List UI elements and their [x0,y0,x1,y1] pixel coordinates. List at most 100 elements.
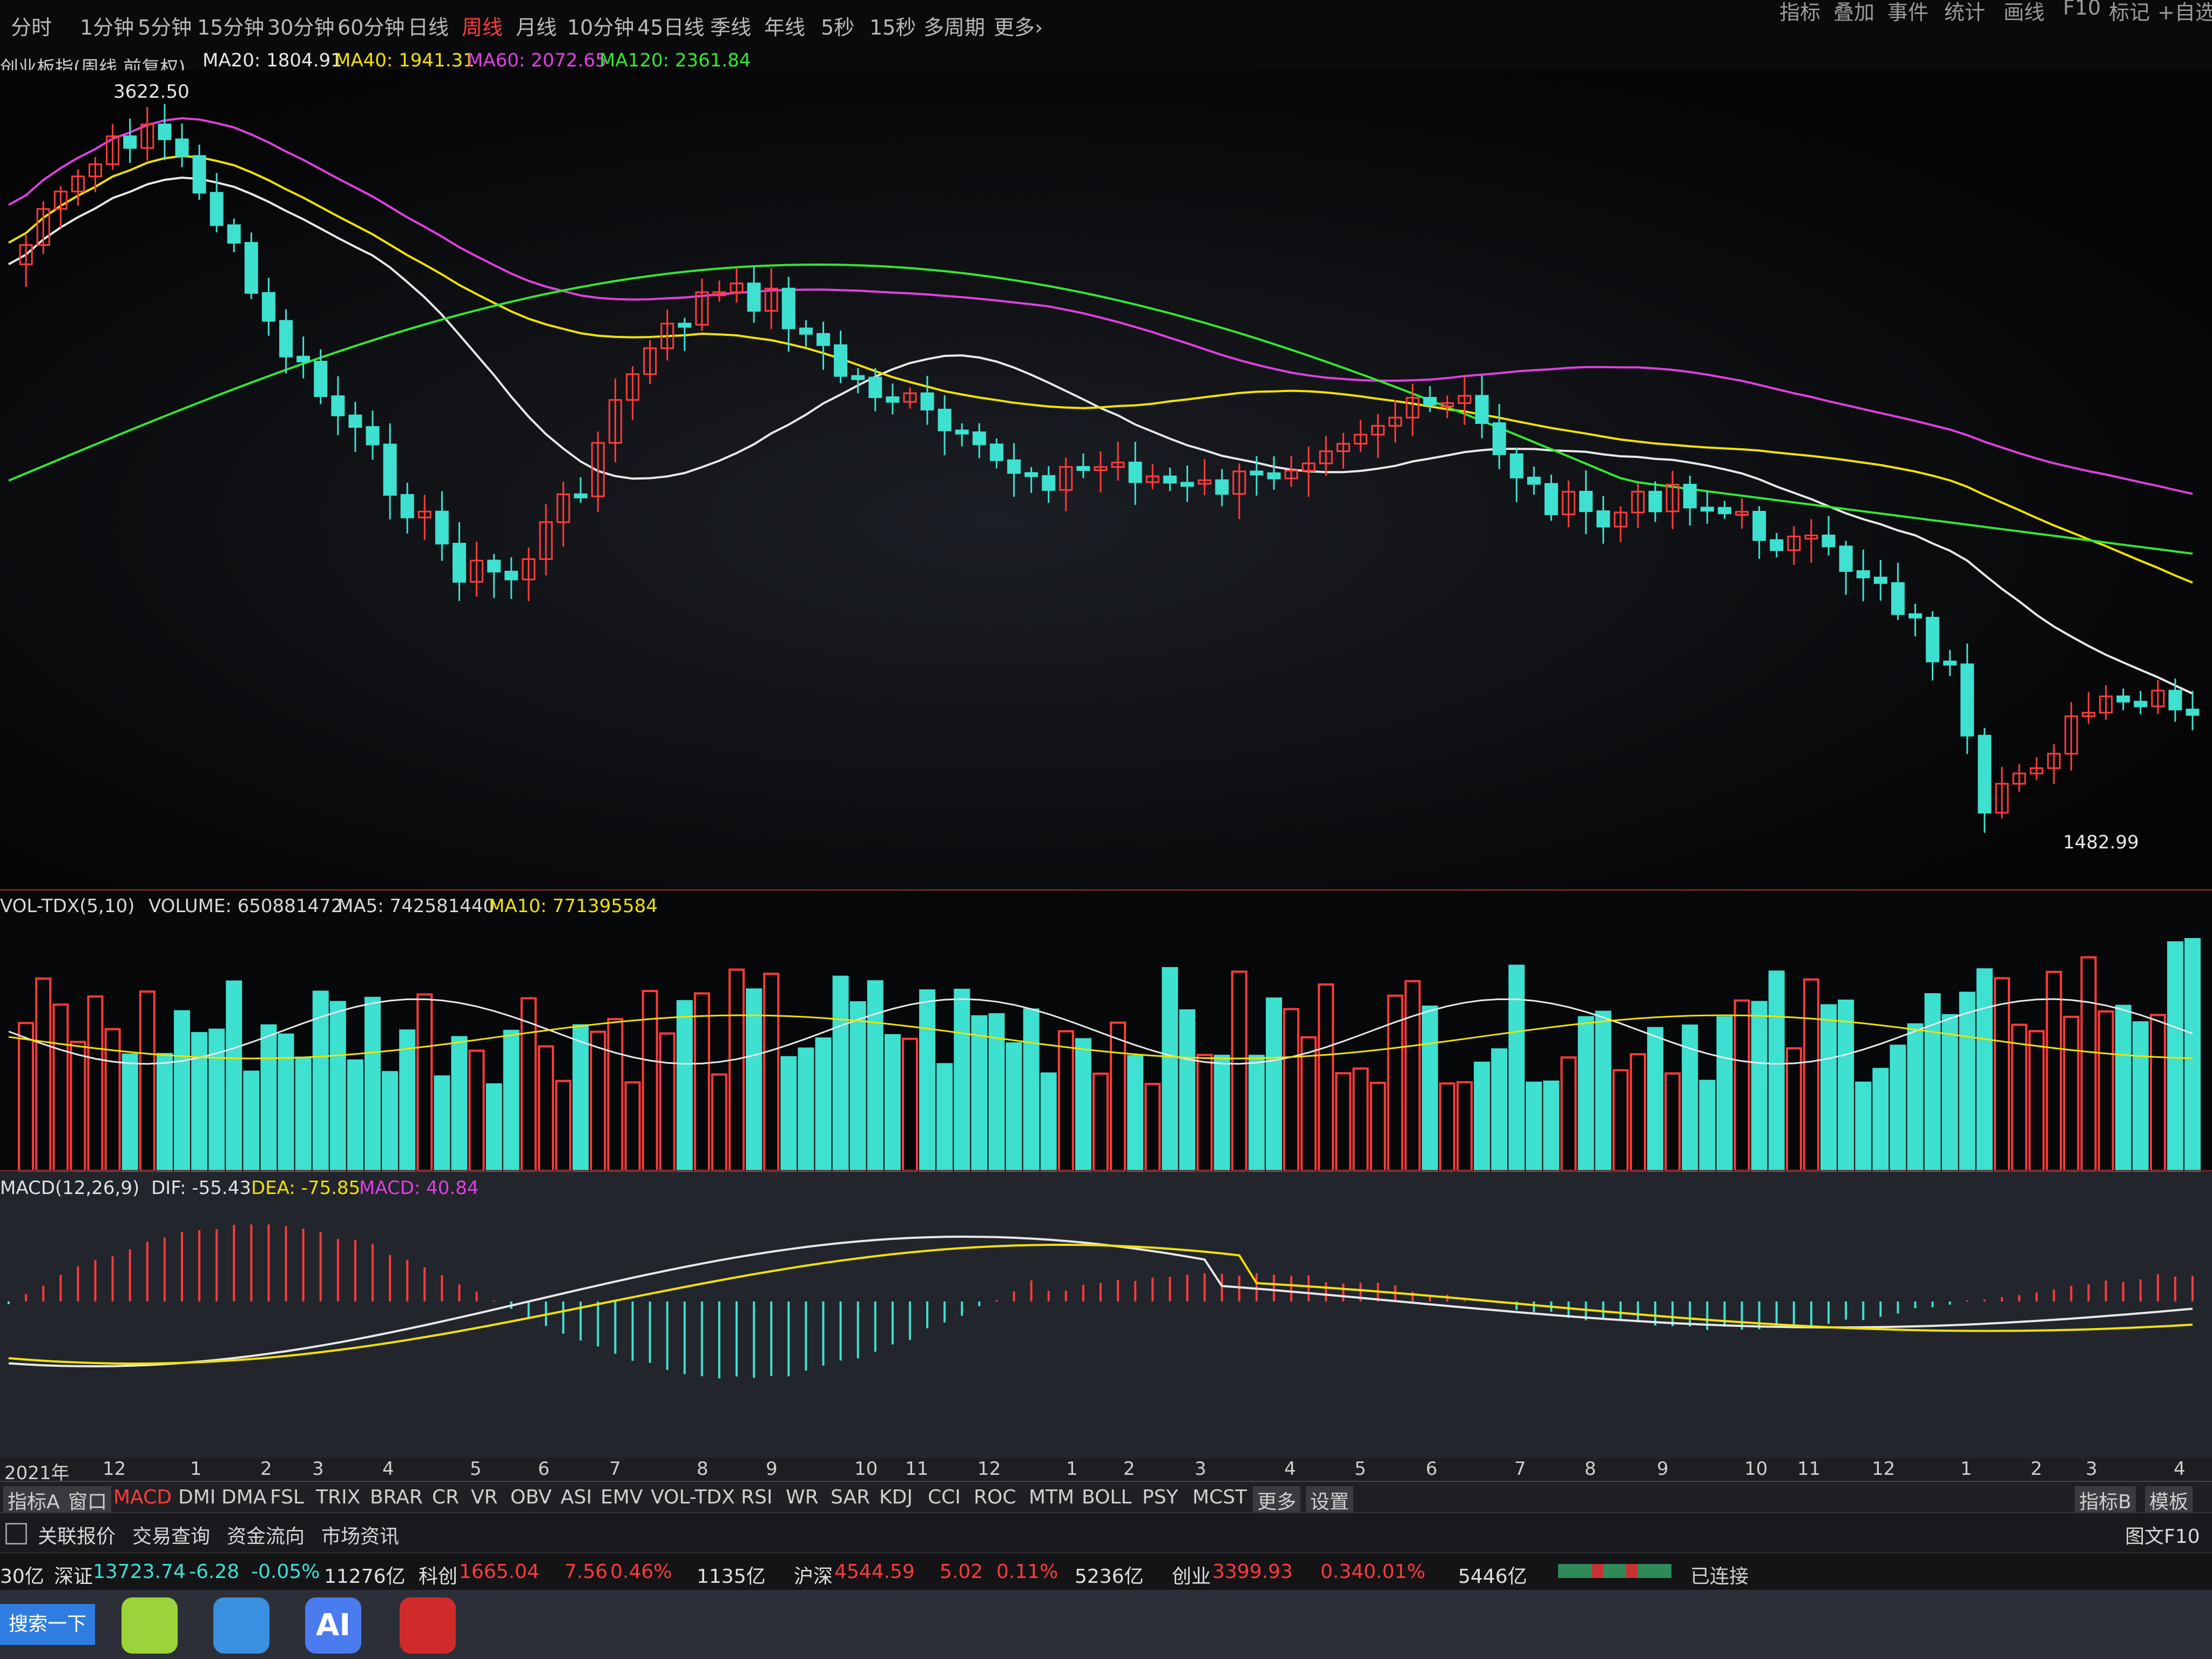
tab-boll[interactable]: BOLL [1082,1486,1132,1508]
tab-obv[interactable]: OBV [510,1486,552,1508]
volume-bar [1647,1027,1664,1172]
tab-more[interactable]: 更多 [1253,1486,1301,1514]
tab-sar[interactable]: SAR [831,1486,870,1508]
tab-indicator-b[interactable]: 指标B [2075,1486,2136,1514]
f10-button[interactable]: 图文F10 [2125,1521,2200,1549]
candle-body [400,494,414,518]
period-tab-daily[interactable]: 日线 [408,11,449,41]
tool-events[interactable]: 事件 [1887,0,1928,25]
panel-toggle-icon[interactable] [5,1523,27,1545]
period-tab-45day[interactable]: 45日线 [637,11,704,41]
tab-mcst[interactable]: MCST [1192,1486,1247,1508]
cy-index-name[interactable]: 创业 [1172,1561,1211,1589]
tab-wr[interactable]: WR [786,1486,819,1508]
tool-draw[interactable]: 画线 [2004,0,2045,25]
volume-bar [711,1073,727,1172]
price-chart-panel[interactable]: 3622.50 1482.99 [0,70,2212,891]
period-tab-more[interactable]: 更多› [994,11,1043,41]
tab-macd[interactable]: MACD [113,1486,172,1508]
period-tab-intraday[interactable]: 分时 [11,11,52,41]
tool-indicator[interactable]: 指标 [1779,0,1820,25]
period-tab-10min[interactable]: 10分钟 [567,11,634,41]
tab-trix[interactable]: TRIX [316,1486,360,1508]
tab-roc[interactable]: ROC [974,1486,1016,1508]
volume-bar [1959,992,1975,1172]
volume-bar [1006,1042,1022,1172]
x-axis-label: 6 [538,1458,550,1480]
tab-template[interactable]: 模板 [2145,1486,2193,1514]
volume-bar [1543,1080,1560,1172]
citic-app-icon[interactable] [400,1597,456,1654]
tab-vol-tdx[interactable]: VOL-TDX [651,1486,735,1508]
volume-bar [1976,968,1993,1172]
candle-body [1076,466,1090,471]
tab-cci[interactable]: CCI [928,1486,961,1508]
tab-psy[interactable]: PSY [1142,1486,1178,1508]
period-tab-15min[interactable]: 15分钟 [197,11,264,41]
period-tab-weekly[interactable]: 周线 [462,11,503,41]
tab-asi[interactable]: ASI [561,1486,592,1508]
tab-cr[interactable]: CR [432,1486,459,1508]
period-tab-monthly[interactable]: 月线 [516,11,557,41]
market-status-bar: 30亿 深证 13723.74 -6.28 -0.05% 11276亿 科创 1… [0,1552,2212,1591]
candle-body [296,355,311,362]
related-quotes-button[interactable]: 关联报价 [38,1521,116,1549]
volume-bar [1577,1016,1594,1172]
period-toolbar: 分时 1分钟 5分钟 15分钟 30分钟 60分钟 日线 周线 月线 10分钟 … [0,0,2212,79]
volume-bar [87,995,104,1172]
hs-index-name[interactable]: 沪深 [794,1561,833,1589]
period-tab-1min[interactable]: 1分钟 [80,11,134,41]
period-tab-30min[interactable]: 30分钟 [267,11,334,41]
tab-emv[interactable]: EMV [601,1486,643,1508]
tool-mark[interactable]: 标记 [2109,0,2150,25]
x-axis-label: 12 [1872,1458,1896,1480]
trade-query-button[interactable]: 交易查询 [132,1521,210,1549]
tab-dma[interactable]: DMA [221,1486,266,1508]
sogou-app-icon[interactable] [213,1597,269,1654]
kc-index-name[interactable]: 科创 [419,1561,457,1589]
period-tab-5min[interactable]: 5分钟 [138,11,192,41]
tab-brar[interactable]: BRAR [370,1486,423,1508]
volume-bar [798,1047,814,1172]
volume-bar [260,1024,277,1172]
market-news-button[interactable]: 市场资讯 [321,1521,399,1549]
period-tab-60min[interactable]: 60分钟 [338,11,404,41]
volume-bar [2080,956,2097,1172]
macd-panel[interactable]: MACD(12,26,9) DIF: -55.43 DEA: -75.85 MA… [0,1172,2212,1458]
tool-f10[interactable]: F10 [2063,0,2101,19]
volume-bar [555,1080,572,1172]
candlestick-chart[interactable] [0,70,2212,891]
tab-rsi[interactable]: RSI [741,1486,772,1508]
tab-settings[interactable]: 设置 [1306,1486,1354,1514]
tool-stats[interactable]: 统计 [1944,0,1985,25]
candle-body [1926,617,1940,663]
tab-vr[interactable]: VR [471,1486,498,1508]
period-tab-multi[interactable]: 多周期 [923,11,985,41]
hs-index-change: 5.02 [940,1561,983,1583]
tab-kdj[interactable]: KDJ [879,1486,913,1508]
tab-fsl[interactable]: FSL [270,1486,304,1508]
taskbar-search-button[interactable]: 搜索一下 [0,1604,96,1645]
tab-indicator-a[interactable]: 指标A [3,1486,64,1514]
volume-bar [867,980,884,1172]
x-axis-label: 11 [905,1458,929,1480]
x-axis-label: 6 [1426,1458,1438,1480]
volume-panel[interactable]: VOL-TDX(5,10) VOLUME: 650881472 MA5: 742… [0,891,2212,1172]
volume-bar [780,1056,797,1172]
period-tab-5sec[interactable]: 5秒 [821,11,854,41]
browser-app-icon[interactable] [122,1597,178,1654]
ai-app-icon[interactable]: AI [305,1597,361,1654]
volume-bar [1231,970,1247,1172]
volume-bar [607,1018,624,1172]
volume-bar [208,1028,225,1172]
tab-dmi[interactable]: DMI [178,1486,215,1508]
tab-mtm[interactable]: MTM [1029,1486,1074,1508]
period-tab-yearly[interactable]: 年线 [764,11,805,41]
period-tab-quarterly[interactable]: 季线 [710,11,751,41]
fund-flow-button[interactable]: 资金流向 [227,1521,305,1549]
tab-window[interactable]: 窗口 [64,1486,112,1514]
period-tab-15sec[interactable]: 15秒 [869,11,916,41]
tool-overlay[interactable]: 叠加 [1833,0,1874,25]
tool-add-watchlist[interactable]: +自选 [2157,0,2212,25]
sz-index-name[interactable]: 深证 [54,1561,93,1589]
